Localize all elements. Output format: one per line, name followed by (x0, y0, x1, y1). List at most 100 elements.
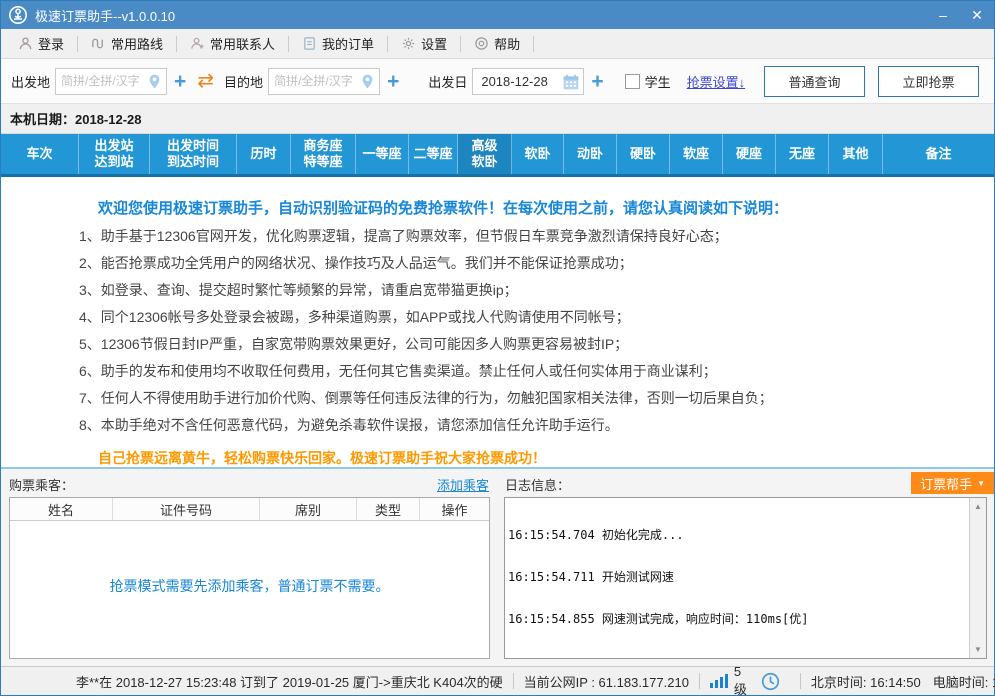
log-entry: 16:15:54.711 开始测试网速 (508, 570, 966, 584)
app-window: 极速订票助手--v1.0.0.10 – ✕ 登录 常用路线 常用联系人 我的订单… (0, 0, 995, 696)
scroll-up-icon[interactable]: ▲ (971, 499, 985, 514)
to-label: 目的地 (224, 72, 263, 91)
passenger-col-id: 证件号码 (113, 498, 260, 520)
grab-now-button[interactable]: 立即抢票 (878, 66, 979, 97)
user-icon (18, 36, 33, 51)
statusbar-separator (513, 673, 514, 689)
toolbar-help[interactable]: 帮助 (461, 29, 533, 58)
beijing-time-text: 北京时间: 16:14:50 (811, 672, 921, 691)
passenger-col-type: 类型 (357, 498, 420, 520)
toolbar-orders-label: 我的订单 (322, 34, 374, 53)
toolbar-login-label: 登录 (38, 34, 64, 53)
normal-query-button[interactable]: 普通查询 (764, 66, 865, 97)
column-emu-sleeper[interactable]: 动卧 (564, 134, 617, 174)
column-second-class[interactable]: 二等座 (409, 134, 458, 174)
toolbar-login[interactable]: 登录 (5, 29, 77, 58)
notice-area: 欢迎您使用极速订票助手，自动识别验证码的免费抢票软件！在每次使用之前，请您认真阅… (1, 177, 994, 467)
toolbar-separator (533, 36, 534, 52)
toolbar-settings-label: 设置 (421, 34, 447, 53)
route-icon (91, 36, 106, 51)
column-times[interactable]: 出发时间到达时间 (150, 134, 237, 174)
from-location-pin-icon[interactable] (146, 73, 163, 90)
main-toolbar: 登录 常用路线 常用联系人 我的订单 设置 帮助 (1, 29, 994, 59)
toolbar-contacts-label: 常用联系人 (210, 34, 275, 53)
column-other[interactable]: 其他 (829, 134, 883, 174)
close-button[interactable]: ✕ (960, 1, 994, 29)
ticket-news-text: 李**在 2018-12-27 15:23:48 订到了 2019-01-25 … (76, 672, 503, 691)
log-panel: 日志信息： 订票帮手 ▼ 16:15:54.704 初始化完成... 16:15… (497, 469, 994, 666)
log-lines: 16:15:54.704 初始化完成... 16:15:54.711 开始测试网… (508, 500, 966, 656)
student-checkbox[interactable] (625, 74, 640, 89)
minimize-button[interactable]: – (926, 1, 960, 29)
booking-helper-label: 订票帮手 (920, 474, 972, 493)
passenger-label: 购票乘客： (9, 475, 74, 494)
column-remark[interactable]: 备注 (883, 134, 994, 174)
column-stations[interactable]: 出发站达到站 (79, 134, 150, 174)
swap-cities-icon[interactable]: ⇄ (193, 71, 218, 91)
column-business-seat[interactable]: 商务座特等座 (291, 134, 356, 174)
grab-settings-link[interactable]: 抢票设置↓ (687, 72, 746, 91)
passenger-col-seat: 席别 (260, 498, 357, 520)
date-box (472, 68, 584, 95)
log-box[interactable]: 16:15:54.704 初始化完成... 16:15:54.711 开始测试网… (504, 497, 987, 659)
notice-item: 8、本助手绝对不含任何恶意代码，为避免杀毒软件误报，请您添加信任允许助手运行。 (79, 417, 994, 434)
passenger-table: 姓名 证件号码 席别 类型 操作 抢票模式需要先添加乘客，普通订票不需要。 (9, 497, 490, 659)
toolbar-routes-label: 常用路线 (111, 34, 163, 53)
passenger-col-name: 姓名 (10, 498, 113, 520)
log-entry: 16:15:54.855 网速测试完成，响应时间：110ms[优] (508, 612, 966, 626)
column-hard-seat[interactable]: 硬座 (723, 134, 776, 174)
toolbar-routes[interactable]: 常用路线 (78, 29, 176, 58)
train-grid-header: 车次 出发站达到站 出发时间到达时间 历时 商务座特等座 一等座 二等座 高级软… (1, 134, 994, 177)
local-date-row: 本机日期：2018-12-28 (1, 104, 994, 134)
user-plus-icon (190, 36, 205, 51)
to-location-pin-icon[interactable] (359, 73, 376, 90)
log-label: 日志信息： (505, 475, 570, 494)
to-city-box (268, 68, 380, 95)
passenger-empty-hint: 抢票模式需要先添加乘客，普通订票不需要。 (10, 576, 489, 596)
column-no-seat[interactable]: 无座 (776, 134, 829, 174)
notice-item: 3、如登录、查询、提交超时繁忙等频繁的异常，请重启宽带猫更换ip； (79, 282, 994, 299)
signal-level-text: 5级 (734, 664, 747, 698)
public-ip-text: 当前公网IP : 61.183.177.210 (524, 672, 689, 691)
notice-item: 4、同个12306帐号多处登录会被踢，多种渠道购票，如APP或找人代购请使用不同… (79, 309, 994, 326)
add-date-button[interactable]: + (584, 71, 610, 92)
toolbar-settings[interactable]: 设置 (388, 29, 460, 58)
date-label: 出发日 (428, 72, 467, 91)
scroll-down-icon[interactable]: ▼ (971, 642, 985, 657)
notice-item: 7、任何人不得使用助手进行加价代购、倒票等任何违反法律的行为，勿触犯国家相关法律… (79, 390, 994, 407)
toolbar-help-label: 帮助 (494, 34, 520, 53)
log-scrollbar[interactable]: ▲ ▼ (969, 498, 986, 658)
notice-item: 6、助手的发布和使用均不收取任何费用，无任何其它售卖渠道。禁止任何人或任何实体用… (79, 363, 994, 380)
statusbar-separator (699, 673, 700, 689)
toolbar-orders[interactable]: 我的订单 (289, 29, 387, 58)
clock-icon (761, 672, 780, 691)
from-label: 出发地 (11, 72, 50, 91)
column-deluxe-soft-sleeper[interactable]: 高级软卧 (458, 134, 512, 174)
search-form: 出发地 + ⇄ 目的地 + 出发日 + 学生 抢票设置↓ 普通查询 立即抢票 (1, 59, 994, 104)
column-train-no[interactable]: 车次 (1, 134, 79, 174)
title-bar: 极速订票助手--v1.0.0.10 – ✕ (1, 1, 994, 29)
notice-footer: 自己抢票远离黄牛，轻松购票快乐回家。极速订票助手祝大家抢票成功！ (98, 448, 994, 467)
local-date-text: 本机日期：2018-12-28 (10, 109, 142, 128)
toolbar-contacts[interactable]: 常用联系人 (177, 29, 288, 58)
passenger-col-action: 操作 (420, 498, 489, 520)
column-soft-sleeper[interactable]: 软卧 (512, 134, 564, 174)
add-passenger-link[interactable]: 添加乘客 (437, 475, 489, 494)
signal-bars-icon (710, 674, 728, 688)
calendar-icon[interactable] (562, 73, 580, 91)
column-first-class[interactable]: 一等座 (356, 134, 409, 174)
status-bar: 李**在 2018-12-27 15:23:48 订到了 2019-01-25 … (1, 666, 994, 695)
help-icon (474, 36, 489, 51)
booking-helper-button[interactable]: 订票帮手 ▼ (911, 472, 994, 494)
bottom-panels: 购票乘客： 添加乘客 姓名 证件号码 席别 类型 操作 抢票模式需要先添加乘客，… (1, 467, 994, 666)
student-label: 学生 (645, 72, 671, 91)
add-from-city-button[interactable]: + (167, 71, 193, 92)
column-hard-sleeper[interactable]: 硬卧 (617, 134, 670, 174)
notice-title: 欢迎您使用极速订票助手，自动识别验证码的免费抢票软件！在每次使用之前，请您认真阅… (98, 197, 994, 218)
column-soft-seat[interactable]: 软座 (670, 134, 723, 174)
column-duration[interactable]: 历时 (237, 134, 291, 174)
add-to-city-button[interactable]: + (380, 71, 406, 92)
log-entry: 16:15:54.704 初始化完成... (508, 528, 966, 542)
railway-logo-icon (8, 5, 28, 25)
gear-icon (401, 36, 416, 51)
